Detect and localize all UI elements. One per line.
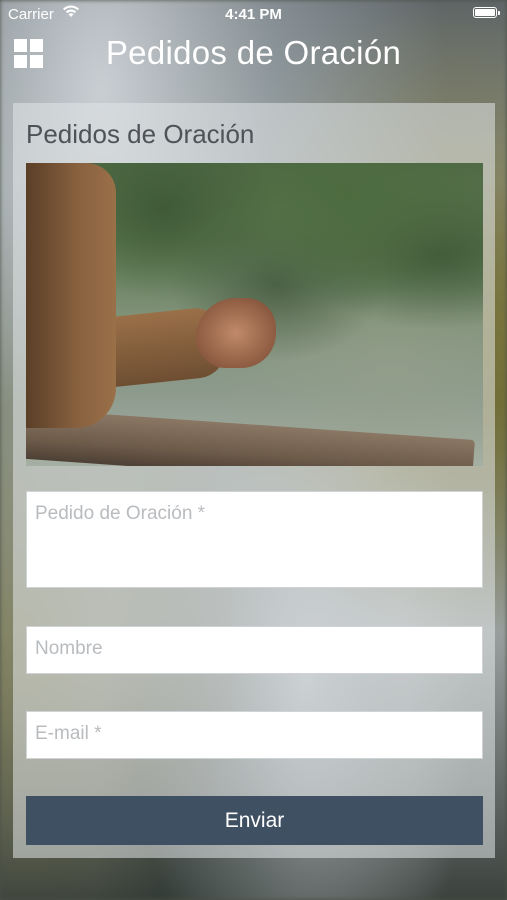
- name-field[interactable]: Nombre: [26, 626, 483, 674]
- prayer-request-field[interactable]: Pedido de Oración *: [26, 491, 483, 588]
- battery-icon: [473, 7, 500, 18]
- page-title: Pedidos de Oración: [105, 34, 402, 71]
- status-bar: Carrier 4:41 PM: [0, 0, 507, 28]
- email-field[interactable]: E-mail *: [26, 711, 483, 759]
- clock: 4:41 PM: [225, 6, 282, 23]
- navigation-bar: Pedidos de Oración: [0, 28, 507, 80]
- prayer-request-card: Pedidos de Oración Pedido de Oración * N…: [13, 103, 495, 858]
- submit-button[interactable]: Enviar: [26, 796, 483, 845]
- card-title: Pedidos de Oración: [26, 119, 255, 149]
- praying-hands-photo: [26, 163, 483, 466]
